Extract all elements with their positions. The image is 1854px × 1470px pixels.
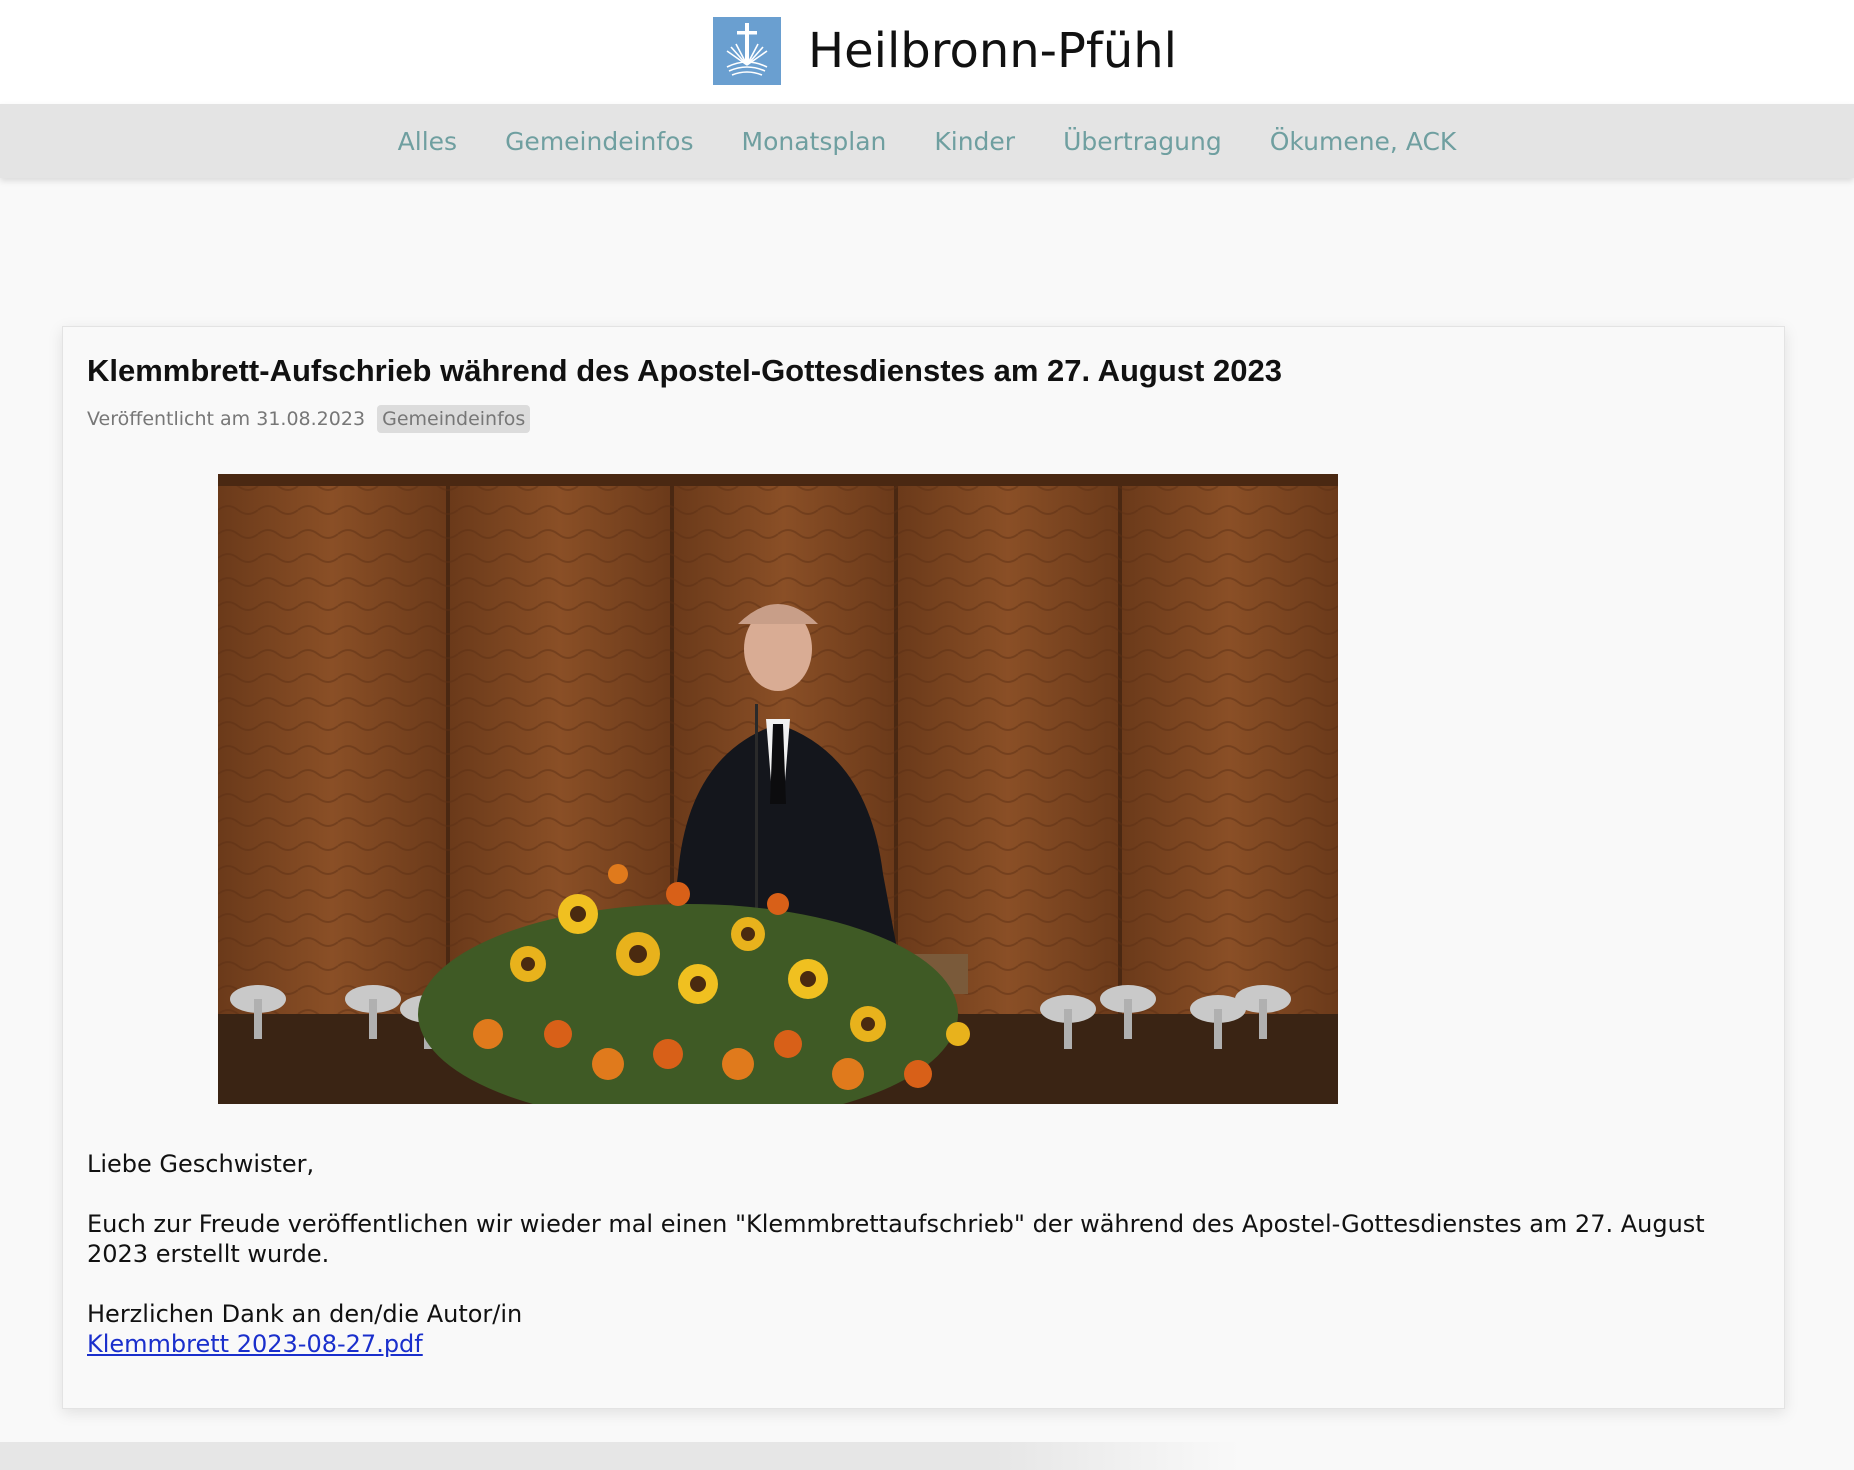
cross-sunrise-icon [713,17,781,85]
post-body: Liebe Geschwister, Euch zur Freude veröf… [87,1149,1767,1359]
post-card: Klemmbrett-Aufschrieb während des Aposte… [62,326,1785,1409]
greeting-text: Liebe Geschwister, [87,1150,315,1178]
published-label: Veröffentlicht am [87,408,251,430]
main-navigation: Alles Gemeindeinfos Monatsplan Kinder Üb… [0,104,1854,178]
pdf-attachment-link[interactable]: Klemmbrett 2023-08-27.pdf [87,1330,423,1358]
thanks-text: Herzlichen Dank an den/die Autor/in [87,1300,523,1328]
post-title: Klemmbrett-Aufschrieb während des Aposte… [87,353,1282,388]
nav-item-alles[interactable]: Alles [398,127,457,156]
post-meta: Veröffentlicht am 31.08.2023 Gemeindeinf… [87,405,531,433]
published-date: 31.08.2023 [256,408,366,430]
page-footer-shadow [0,1442,1240,1470]
site-title[interactable]: Heilbronn-Pfühl [808,22,1177,80]
category-tag[interactable]: Gemeindeinfos [377,405,531,433]
nav-item-kinder[interactable]: Kinder [934,127,1015,156]
nav-item-gemeindeinfos[interactable]: Gemeindeinfos [505,127,693,156]
church-service-photo [218,474,1338,1104]
nav-item-uebertragung[interactable]: Übertragung [1063,127,1222,156]
intro-paragraph: Euch zur Freude veröffentlichen wir wied… [87,1210,1705,1268]
post-image [218,474,1338,1104]
nav-item-monatsplan[interactable]: Monatsplan [742,127,887,156]
nav-item-oekumene[interactable]: Ökumene, ACK [1270,127,1457,156]
church-logo-icon[interactable] [713,17,781,85]
site-header: Heilbronn-Pfühl [0,0,1854,104]
